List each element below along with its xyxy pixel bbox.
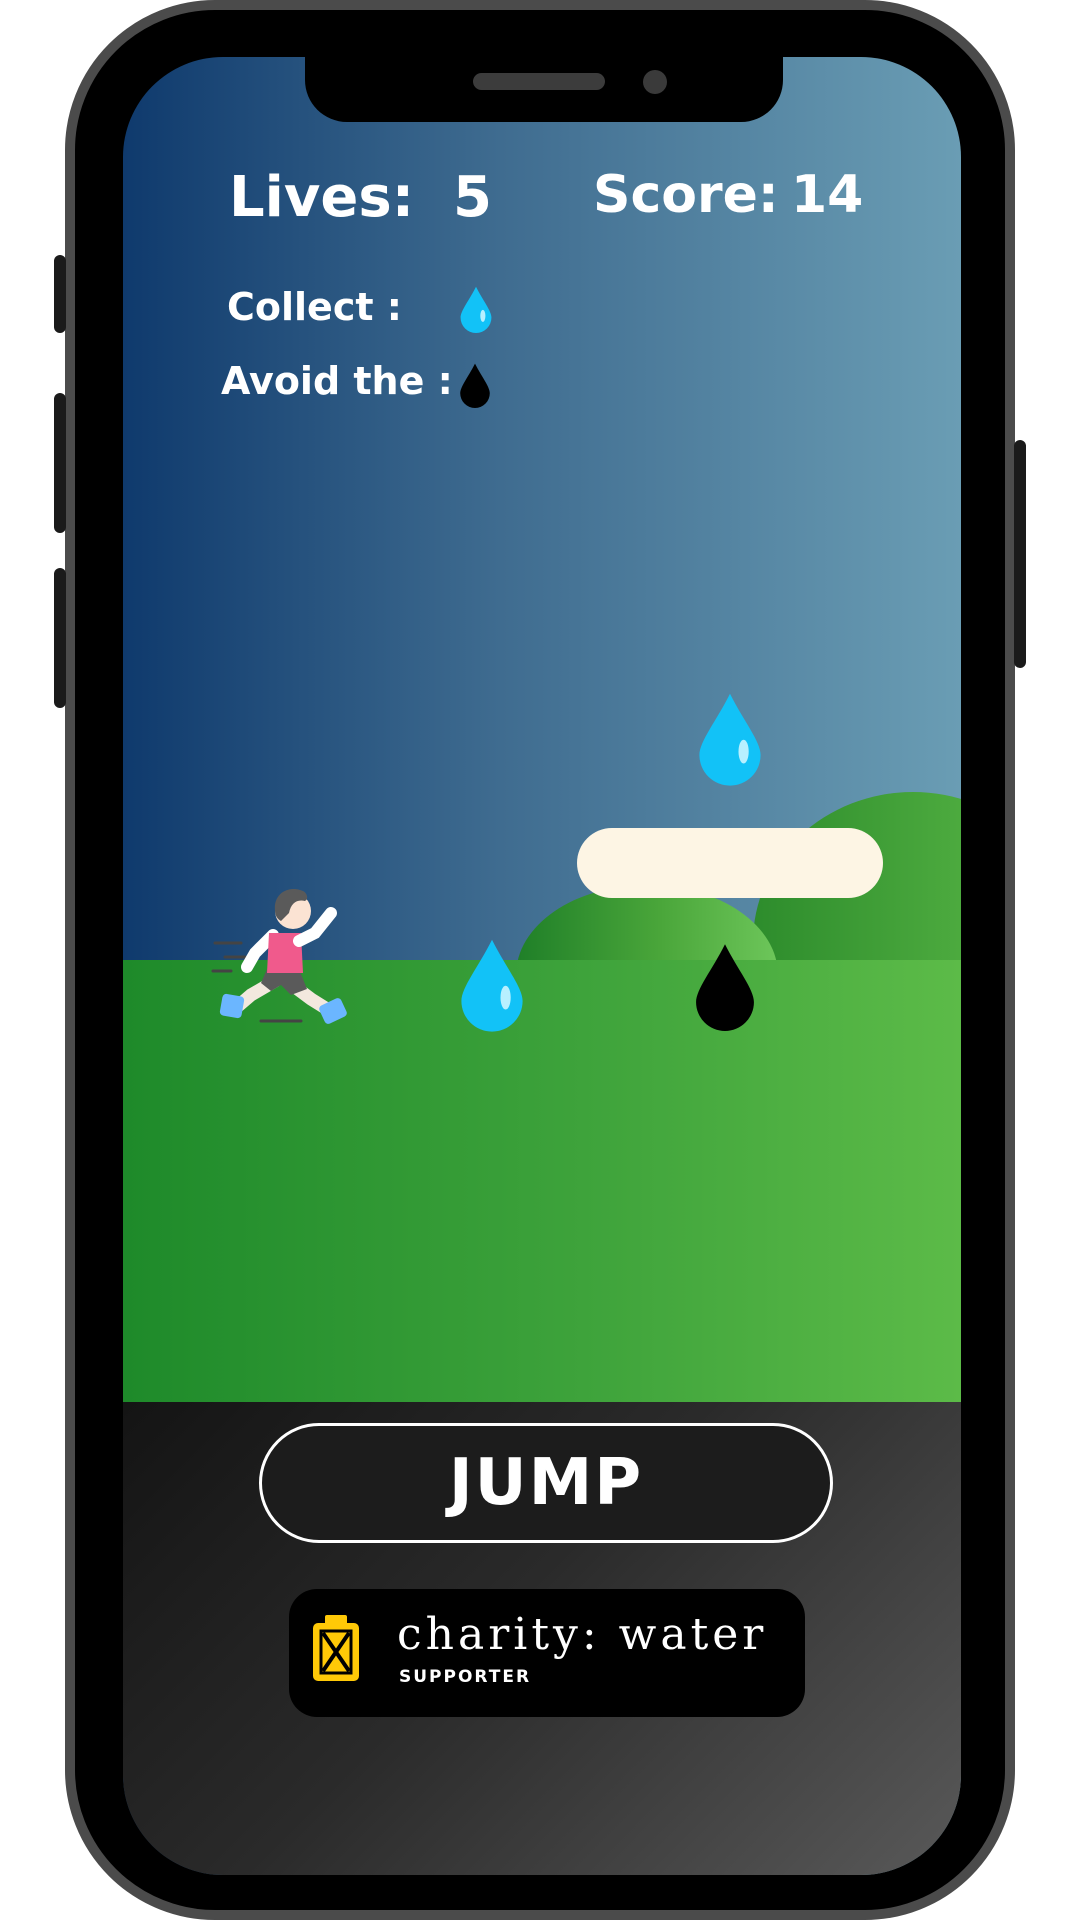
avoid-label: Avoid the :	[221, 359, 453, 403]
water-drop-pickup	[696, 689, 764, 787]
game-screen: Lives: 5 Score: 14 Collect : Avoid the :	[123, 57, 961, 1875]
lives-label: Lives:	[229, 165, 415, 230]
power-button	[1014, 440, 1026, 668]
floating-platform	[577, 828, 883, 898]
score-label: Score:	[593, 165, 779, 225]
score-value: 14	[791, 165, 864, 225]
oil-drop-obstacle	[691, 941, 759, 1031]
volume-down-button	[54, 568, 66, 708]
mute-switch	[54, 255, 66, 333]
lives-value: 5	[453, 165, 492, 230]
jump-button[interactable]: JUMP	[259, 1423, 833, 1543]
oil-drop-icon	[458, 362, 492, 408]
front-camera	[643, 70, 667, 94]
jerry-can-icon	[311, 1615, 361, 1683]
water-drop-icon	[458, 285, 494, 333]
charity-water-badge[interactable]: charity: water SUPPORTER	[289, 1589, 805, 1717]
runner-character	[211, 883, 351, 1029]
phone-notch	[305, 50, 783, 122]
badge-subtitle: SUPPORTER	[399, 1667, 532, 1687]
badge-title: charity: water	[397, 1609, 768, 1660]
water-drop-pickup	[458, 935, 526, 1033]
speaker-grille	[473, 73, 605, 90]
collect-label: Collect :	[227, 285, 402, 329]
volume-up-button	[54, 393, 66, 533]
